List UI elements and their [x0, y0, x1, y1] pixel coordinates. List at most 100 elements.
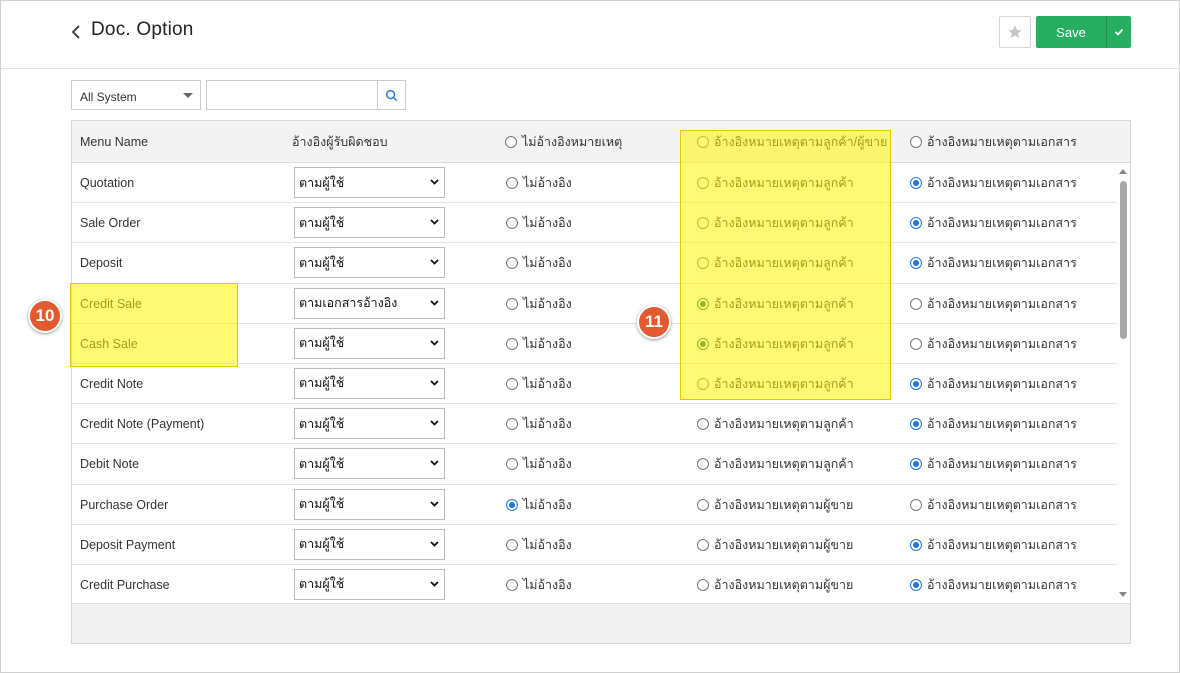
- radio-ref-partner[interactable]: [697, 538, 709, 551]
- option-ref-doc[interactable]: อ้างอิงหมายเหตุตามเอกสาร: [910, 364, 1077, 404]
- radio-no-ref[interactable]: [506, 177, 518, 189]
- radio-ref-partner[interactable]: [697, 177, 709, 189]
- radio-ref-partner[interactable]: [697, 418, 709, 431]
- radio-ref-doc[interactable]: [910, 458, 922, 471]
- responsible-select[interactable]: ตามผู้ใช้: [294, 448, 445, 480]
- radio-no-ref[interactable]: [506, 257, 518, 270]
- responsible-select[interactable]: ตามเอกสารอ้างอิง: [294, 287, 445, 319]
- radio-no-ref[interactable]: [506, 217, 518, 230]
- option-ref-partner[interactable]: อ้างอิงหมายเหตุตามลูกค้า: [697, 364, 854, 404]
- option-ref-partner[interactable]: อ้างอิงหมายเหตุตามลูกค้า: [697, 444, 854, 484]
- option-no-ref[interactable]: ไม่อ้างอิง: [506, 163, 572, 203]
- option-ref-partner[interactable]: อ้างอิงหมายเหตุตามลูกค้า: [697, 203, 854, 243]
- option-no-ref[interactable]: ไม่อ้างอิง: [506, 565, 572, 603]
- search-button[interactable]: [377, 80, 406, 110]
- chevron-down-icon: [430, 460, 439, 467]
- radio-ref-partner[interactable]: [697, 217, 709, 230]
- option-ref-doc[interactable]: อ้างอิงหมายเหตุตามเอกสาร: [910, 284, 1077, 324]
- option-no-ref[interactable]: ไม่อ้างอิง: [506, 525, 572, 565]
- radio-ref-doc[interactable]: [910, 337, 922, 350]
- column-ref-partner[interactable]: อ้างอิงหมายเหตุตามลูกค้า/ผู้ขาย: [697, 121, 887, 163]
- radio-no-ref[interactable]: [506, 498, 518, 511]
- option-no-ref[interactable]: ไม่อ้างอิง: [506, 364, 572, 404]
- radio-ref-partner[interactable]: [697, 257, 709, 270]
- option-ref-doc[interactable]: อ้างอิงหมายเหตุตามเอกสาร: [910, 485, 1077, 525]
- responsible-select[interactable]: ตามผู้ใช้: [294, 528, 445, 560]
- option-ref-doc[interactable]: อ้างอิงหมายเหตุตามเอกสาร: [910, 203, 1077, 243]
- option-ref-partner[interactable]: อ้างอิงหมายเหตุตามลูกค้า: [697, 284, 854, 324]
- radio-ref-doc[interactable]: [910, 257, 922, 270]
- radio-ref-partner[interactable]: [697, 337, 709, 350]
- option-ref-doc[interactable]: อ้างอิงหมายเหตุตามเอกสาร: [910, 565, 1077, 603]
- radio-ref-doc[interactable]: [910, 578, 922, 591]
- option-ref-doc[interactable]: อ้างอิงหมายเหตุตามเอกสาร: [910, 324, 1077, 364]
- radio-ref-doc[interactable]: [910, 538, 922, 551]
- option-ref-doc[interactable]: อ้างอิงหมายเหตุตามเอกสาร: [910, 243, 1077, 283]
- option-ref-doc[interactable]: อ้างอิงหมายเหตุตามเอกสาร: [910, 444, 1077, 484]
- radio-no-ref[interactable]: [506, 377, 518, 390]
- radio-ref-partner[interactable]: [697, 578, 709, 591]
- responsible-select[interactable]: ตามผู้ใช้: [294, 327, 445, 359]
- radio-ref-doc[interactable]: [910, 418, 922, 431]
- responsible-select[interactable]: ตามผู้ใช้: [294, 568, 445, 600]
- option-ref-doc[interactable]: อ้างอิงหมายเหตุตามเอกสาร: [910, 525, 1077, 565]
- vertical-scrollbar[interactable]: [1117, 163, 1130, 603]
- option-no-ref[interactable]: ไม่อ้างอิง: [506, 243, 572, 283]
- responsible-select[interactable]: ตามผู้ใช้: [294, 408, 445, 440]
- save-confirm-button[interactable]: [1106, 16, 1131, 48]
- option-no-ref-label: ไม่อ้างอิง: [523, 216, 572, 231]
- radio-no-ref[interactable]: [506, 578, 518, 591]
- radio-ref-partner[interactable]: [697, 377, 709, 390]
- save-button[interactable]: Save: [1036, 16, 1106, 48]
- radio-ref-doc[interactable]: [910, 177, 922, 189]
- radio-no-ref[interactable]: [506, 418, 518, 431]
- option-ref-doc[interactable]: อ้างอิงหมายเหตุตามเอกสาร: [910, 404, 1077, 444]
- responsible-select[interactable]: ตามผู้ใช้: [294, 367, 445, 399]
- radio-no-ref[interactable]: [506, 337, 518, 350]
- column-ref-doc[interactable]: อ้างอิงหมายเหตุตามเอกสาร: [910, 121, 1077, 163]
- radio-ref-partner[interactable]: [697, 498, 709, 511]
- radio-ref-partner[interactable]: [697, 458, 709, 471]
- option-ref-partner[interactable]: อ้างอิงหมายเหตุตามลูกค้า: [697, 163, 854, 203]
- option-no-ref[interactable]: ไม่อ้างอิง: [506, 485, 572, 525]
- table-row: Credit Purchase ตามผู้ใช้ ไม่อ้างอิง อ้า…: [72, 564, 1117, 603]
- option-no-ref[interactable]: ไม่อ้างอิง: [506, 324, 572, 364]
- responsible-select[interactable]: ตามผู้ใช้: [294, 247, 445, 279]
- scrollbar-thumb[interactable]: [1120, 181, 1127, 339]
- radio-ref-doc[interactable]: [910, 377, 922, 390]
- header-radio-no-ref[interactable]: [505, 136, 517, 148]
- option-ref-partner[interactable]: อ้างอิงหมายเหตุตามผู้ขาย: [697, 485, 853, 525]
- option-ref-partner[interactable]: อ้างอิงหมายเหตุตามผู้ขาย: [697, 565, 853, 603]
- chevron-down-icon: [430, 500, 439, 507]
- search-input[interactable]: [206, 80, 378, 110]
- option-ref-partner[interactable]: อ้างอิงหมายเหตุตามลูกค้า: [697, 324, 854, 364]
- system-select[interactable]: All System: [71, 80, 201, 110]
- responsible-select[interactable]: ตามผู้ใช้: [294, 167, 445, 198]
- option-ref-partner[interactable]: อ้างอิงหมายเหตุตามผู้ขาย: [697, 525, 853, 565]
- option-no-ref[interactable]: ไม่อ้างอิง: [506, 404, 572, 444]
- scroll-down-icon[interactable]: [1119, 592, 1127, 597]
- column-no-ref[interactable]: ไม่อ้างอิงหมายเหตุ: [505, 121, 622, 163]
- annotation-badge-10: 10: [28, 299, 62, 333]
- radio-ref-doc[interactable]: [910, 217, 922, 230]
- radio-no-ref[interactable]: [506, 297, 518, 310]
- option-ref-doc[interactable]: อ้างอิงหมายเหตุตามเอกสาร: [910, 163, 1077, 203]
- radio-ref-doc[interactable]: [910, 498, 922, 511]
- radio-ref-partner[interactable]: [697, 297, 709, 310]
- responsible-select[interactable]: ตามผู้ใช้: [294, 488, 445, 520]
- option-no-ref[interactable]: ไม่อ้างอิง: [506, 284, 572, 324]
- scroll-up-icon[interactable]: [1119, 169, 1127, 174]
- option-no-ref[interactable]: ไม่อ้างอิง: [506, 203, 572, 243]
- option-ref-partner[interactable]: อ้างอิงหมายเหตุตามลูกค้า: [697, 404, 854, 444]
- header-radio-ref-partner[interactable]: [697, 136, 709, 148]
- radio-no-ref[interactable]: [506, 458, 518, 471]
- radio-no-ref[interactable]: [506, 538, 518, 551]
- radio-ref-doc[interactable]: [910, 297, 922, 310]
- responsible-select[interactable]: ตามผู้ใช้: [294, 207, 445, 239]
- option-ref-partner[interactable]: อ้างอิงหมายเหตุตามลูกค้า: [697, 243, 854, 283]
- option-no-ref[interactable]: ไม่อ้างอิง: [506, 444, 572, 484]
- chevron-left-icon[interactable]: [69, 22, 83, 42]
- favorite-button[interactable]: [999, 16, 1031, 48]
- option-no-ref-label: ไม่อ้างอิง: [523, 376, 572, 391]
- header-radio-ref-doc[interactable]: [910, 136, 922, 148]
